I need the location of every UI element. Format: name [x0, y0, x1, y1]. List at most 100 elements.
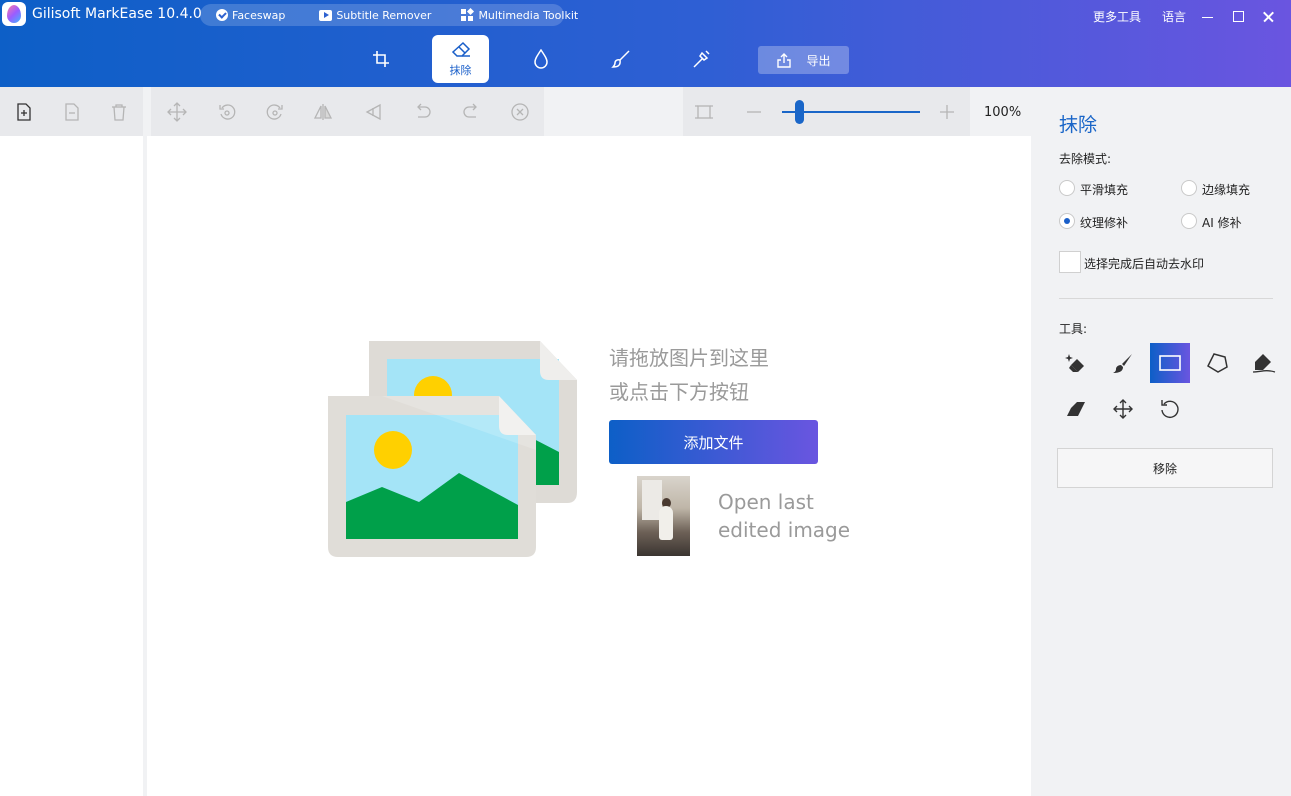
brush-icon [610, 50, 630, 68]
smooth-fill-label: 平滑填充 [1080, 183, 1129, 197]
zoom-in-button[interactable] [923, 87, 971, 136]
reset-tool[interactable] [1150, 389, 1190, 429]
pen-icon [1252, 354, 1276, 373]
reset-icon [1161, 400, 1179, 419]
rotate-right-icon [266, 103, 283, 120]
eraser-icon [451, 41, 470, 57]
title-bar: Gilisoft MarkEase 10.4.0 Faceswap Subtit… [0, 0, 1291, 87]
move-tool[interactable] [1103, 389, 1143, 429]
eraser-tool[interactable] [1056, 389, 1096, 429]
flip-vertical-button[interactable] [349, 87, 397, 136]
more-tools-menu[interactable]: 更多工具 [1093, 8, 1141, 25]
thumbnail-panel [0, 136, 147, 796]
drop-icon [533, 49, 548, 69]
language-menu[interactable]: 语言 [1162, 8, 1186, 25]
open-last-line1: Open last [718, 490, 814, 514]
pen-tool[interactable] [1244, 343, 1284, 383]
minimize-icon[interactable] [1197, 6, 1217, 26]
drop-area[interactable] [151, 136, 1031, 796]
removal-mode-label: 去除模式: [1059, 152, 1112, 166]
tab-watermark[interactable] [512, 35, 569, 83]
panel-title: 抹除 [1059, 114, 1098, 136]
subtitle-remover-link[interactable]: Subtitle Remover [319, 9, 431, 22]
drop-hint-line1: 请拖放图片到这里 [609, 346, 769, 370]
add-file-button[interactable]: 添加文件 [609, 420, 818, 464]
texture-repair-radio[interactable] [1059, 213, 1075, 229]
play-icon [319, 9, 333, 21]
open-last-edited-link[interactable]: Open last edited image [718, 488, 850, 544]
redo-icon [463, 103, 477, 118]
zoom-level: 100% [984, 105, 1022, 120]
tab-erase-label: 抹除 [449, 63, 472, 77]
tab-magic[interactable] [672, 35, 729, 83]
multimedia-toolkit-link[interactable]: Multimedia Toolkit [461, 7, 579, 22]
subtitle-remover-label: Subtitle Remover [336, 8, 432, 22]
maximize-icon[interactable] [1228, 6, 1248, 26]
flip-horizontal-button[interactable] [299, 87, 347, 136]
app-logo-icon [2, 2, 26, 26]
move-icon [167, 101, 187, 122]
magic-eraser-icon [1065, 354, 1084, 372]
ai-repair-radio[interactable] [1181, 213, 1197, 229]
polygon-tool[interactable] [1197, 343, 1237, 383]
zoom-slider-thumb[interactable] [795, 100, 804, 124]
undo-icon [417, 103, 431, 118]
fit-screen-button[interactable] [680, 87, 728, 136]
file-remove-icon [65, 102, 79, 121]
auto-remove-checkbox[interactable] [1059, 251, 1081, 273]
brush-icon [1113, 354, 1132, 373]
plus-icon [940, 104, 954, 119]
flip-horizontal-icon [313, 103, 333, 120]
trash-icon [112, 103, 126, 121]
open-last-line2: edited image [718, 518, 851, 542]
rotate-left-button[interactable] [203, 87, 251, 136]
texture-repair-label: 纹理修补 [1080, 216, 1129, 230]
panel-divider [1059, 298, 1273, 299]
drop-hint-line2: 或点击下方按钮 [609, 380, 749, 404]
export-button[interactable]: 导出 [758, 46, 849, 74]
image-placeholder-icon [328, 341, 577, 557]
faceswap-link[interactable]: Faceswap [216, 9, 285, 22]
file-add-icon [17, 102, 31, 121]
app-title: Gilisoft MarkEase 10.4.0 [32, 6, 202, 22]
rectangle-select-icon [1159, 355, 1181, 371]
edge-fill-radio[interactable] [1181, 180, 1197, 196]
quick-links-bar: Faceswap Subtitle Remover Multimedia Too… [200, 4, 578, 26]
remove-image-button[interactable] [48, 87, 96, 136]
crop-icon [372, 51, 389, 67]
eraser-icon [1067, 402, 1085, 416]
smart-select-tool[interactable] [1056, 343, 1096, 383]
move-icon [1113, 399, 1133, 419]
move-button[interactable] [153, 87, 201, 136]
tab-crop[interactable] [352, 35, 409, 83]
grid-icon [461, 7, 475, 22]
add-image-button[interactable] [0, 87, 48, 136]
smooth-fill-radio[interactable] [1059, 180, 1075, 196]
cancel-circle-icon [511, 102, 529, 121]
export-icon [777, 53, 792, 68]
close-icon[interactable] [1258, 6, 1278, 26]
ai-repair-label: AI 修补 [1202, 216, 1242, 230]
rectangle-tool[interactable] [1150, 343, 1190, 383]
tab-erase[interactable]: 抹除 [432, 35, 489, 83]
polygon-icon [1207, 353, 1228, 373]
fit-screen-icon [695, 104, 713, 119]
faceswap-label: Faceswap [232, 8, 286, 22]
tab-brush[interactable] [592, 35, 649, 83]
magic-wand-icon [692, 50, 710, 68]
flip-vertical-icon [365, 103, 381, 120]
undo-button[interactable] [399, 87, 447, 136]
tools-label: 工具: [1059, 322, 1088, 336]
check-circle-icon [216, 9, 228, 21]
last-edited-thumbnail[interactable] [637, 476, 690, 556]
delete-all-button[interactable] [95, 87, 143, 136]
rotate-right-button[interactable] [251, 87, 299, 136]
redo-button[interactable] [447, 87, 495, 136]
multimedia-toolkit-label: Multimedia Toolkit [478, 8, 579, 22]
export-label: 导出 [806, 53, 831, 68]
brush-tool[interactable] [1103, 343, 1143, 383]
cancel-button[interactable] [496, 87, 544, 136]
zoom-out-button[interactable] [730, 87, 778, 136]
edge-fill-label: 边缘填充 [1202, 183, 1251, 197]
remove-button[interactable]: 移除 [1057, 448, 1273, 488]
